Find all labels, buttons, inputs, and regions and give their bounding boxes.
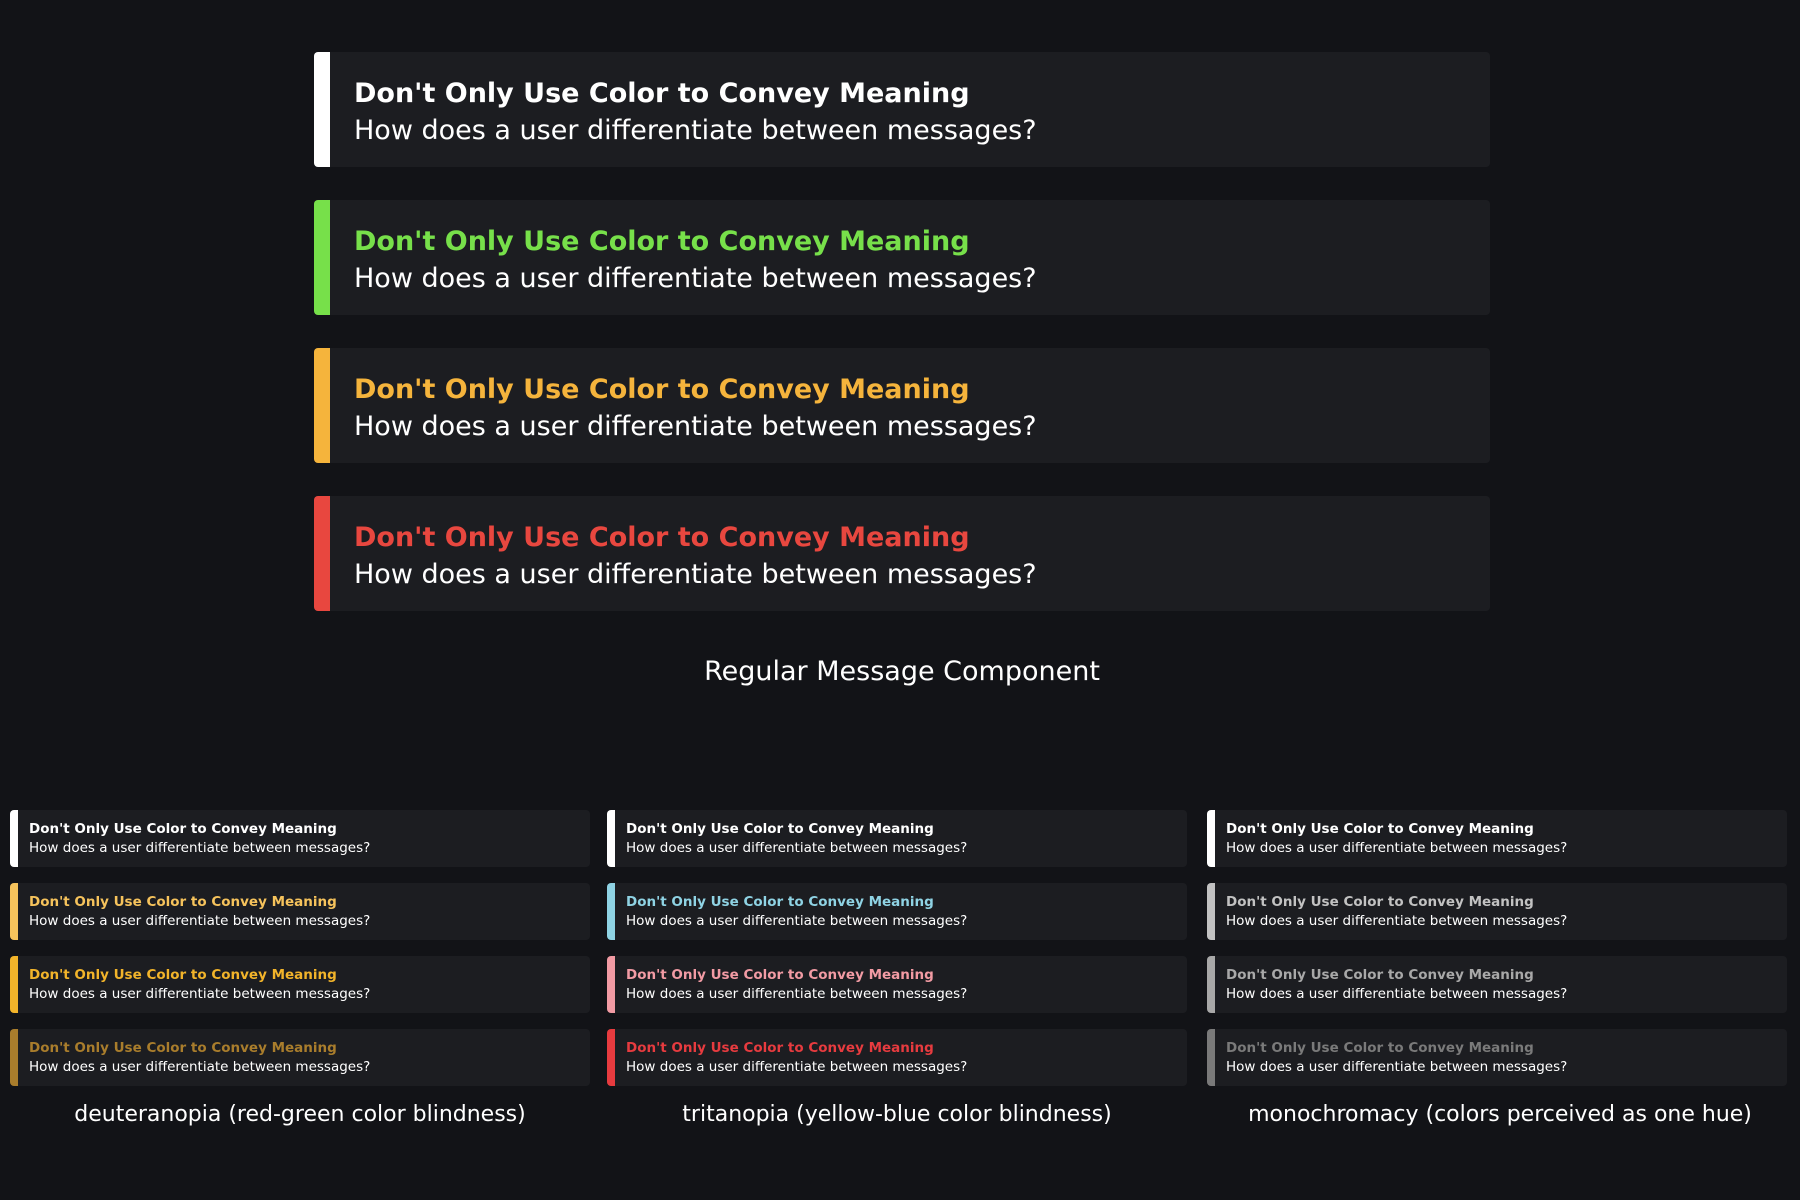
message-warning: Don't Only Use Color to Convey Meaning H… xyxy=(314,348,1490,463)
message-body: How does a user differentiate between me… xyxy=(626,986,968,1002)
message-success: Don't Only Use Color to Convey Meaning H… xyxy=(314,200,1490,315)
message-title: Don't Only Use Color to Convey Meaning xyxy=(626,1040,934,1056)
message-accent-bar xyxy=(314,52,330,167)
message-warning: Don't Only Use Color to Convey Meaning H… xyxy=(607,956,1187,1013)
message-body: How does a user differentiate between me… xyxy=(354,115,1037,146)
message-title: Don't Only Use Color to Convey Meaning xyxy=(354,522,970,553)
message-title: Don't Only Use Color to Convey Meaning xyxy=(354,374,970,405)
message-accent-bar xyxy=(1207,810,1215,867)
message-accent-bar xyxy=(10,1029,18,1086)
message-body: How does a user differentiate between me… xyxy=(1226,1059,1568,1075)
message-accent-bar xyxy=(10,883,18,940)
message-accent-bar xyxy=(607,956,615,1013)
message-body: How does a user differentiate between me… xyxy=(29,913,371,929)
message-success: Don't Only Use Color to Convey Meaning H… xyxy=(607,883,1187,940)
message-title: Don't Only Use Color to Convey Meaning xyxy=(29,894,337,910)
message-title: Don't Only Use Color to Convey Meaning xyxy=(626,894,934,910)
message-accent-bar xyxy=(10,956,18,1013)
tritanopia-caption: tritanopia (yellow-blue color blindness) xyxy=(682,1102,1112,1127)
message-title: Don't Only Use Color to Convey Meaning xyxy=(1226,1040,1534,1056)
tritanopia-panel: Don't Only Use Color to Convey Meaning H… xyxy=(607,810,1187,1102)
message-title: Don't Only Use Color to Convey Meaning xyxy=(626,967,934,983)
message-error: Don't Only Use Color to Convey Meaning H… xyxy=(1207,1029,1787,1086)
message-error: Don't Only Use Color to Convey Meaning H… xyxy=(10,1029,590,1086)
message-neutral: Don't Only Use Color to Convey Meaning H… xyxy=(607,810,1187,867)
message-accent-bar xyxy=(607,810,615,867)
deuteranopia-caption: deuteranopia (red-green color blindness) xyxy=(74,1102,526,1127)
message-warning: Don't Only Use Color to Convey Meaning H… xyxy=(10,956,590,1013)
message-body: How does a user differentiate between me… xyxy=(29,1059,371,1075)
message-success: Don't Only Use Color to Convey Meaning H… xyxy=(1207,883,1787,940)
message-body: How does a user differentiate between me… xyxy=(29,840,371,856)
monochromacy-panel: Don't Only Use Color to Convey Meaning H… xyxy=(1207,810,1787,1102)
message-body: How does a user differentiate between me… xyxy=(354,559,1037,590)
message-accent-bar xyxy=(314,496,330,611)
message-body: How does a user differentiate between me… xyxy=(354,411,1037,442)
message-title: Don't Only Use Color to Convey Meaning xyxy=(29,821,337,837)
message-accent-bar xyxy=(10,810,18,867)
message-accent-bar xyxy=(607,883,615,940)
message-error: Don't Only Use Color to Convey Meaning H… xyxy=(314,496,1490,611)
message-title: Don't Only Use Color to Convey Meaning xyxy=(29,967,337,983)
deuteranopia-panel: Don't Only Use Color to Convey Meaning H… xyxy=(10,810,590,1102)
main-caption: Regular Message Component xyxy=(704,656,1100,687)
message-title: Don't Only Use Color to Convey Meaning xyxy=(29,1040,337,1056)
message-accent-bar xyxy=(1207,883,1215,940)
message-accent-bar xyxy=(314,200,330,315)
regular-message-stack: Don't Only Use Color to Convey Meaning H… xyxy=(314,52,1490,644)
message-accent-bar xyxy=(314,348,330,463)
message-accent-bar xyxy=(1207,956,1215,1013)
message-title: Don't Only Use Color to Convey Meaning xyxy=(1226,967,1534,983)
message-title: Don't Only Use Color to Convey Meaning xyxy=(1226,821,1534,837)
message-accent-bar xyxy=(1207,1029,1215,1086)
message-accent-bar xyxy=(607,1029,615,1086)
message-body: How does a user differentiate between me… xyxy=(626,913,968,929)
message-body: How does a user differentiate between me… xyxy=(354,263,1037,294)
message-body: How does a user differentiate between me… xyxy=(1226,840,1568,856)
message-body: How does a user differentiate between me… xyxy=(626,1059,968,1075)
message-neutral: Don't Only Use Color to Convey Meaning H… xyxy=(10,810,590,867)
message-success: Don't Only Use Color to Convey Meaning H… xyxy=(10,883,590,940)
message-neutral: Don't Only Use Color to Convey Meaning H… xyxy=(314,52,1490,167)
message-title: Don't Only Use Color to Convey Meaning xyxy=(354,78,970,109)
message-error: Don't Only Use Color to Convey Meaning H… xyxy=(607,1029,1187,1086)
message-neutral: Don't Only Use Color to Convey Meaning H… xyxy=(1207,810,1787,867)
message-body: How does a user differentiate between me… xyxy=(29,986,371,1002)
message-warning: Don't Only Use Color to Convey Meaning H… xyxy=(1207,956,1787,1013)
message-title: Don't Only Use Color to Convey Meaning xyxy=(1226,894,1534,910)
message-body: How does a user differentiate between me… xyxy=(1226,986,1568,1002)
message-body: How does a user differentiate between me… xyxy=(1226,913,1568,929)
message-body: How does a user differentiate between me… xyxy=(626,840,968,856)
message-title: Don't Only Use Color to Convey Meaning xyxy=(626,821,934,837)
monochromacy-caption: monochromacy (colors perceived as one hu… xyxy=(1248,1102,1752,1127)
message-title: Don't Only Use Color to Convey Meaning xyxy=(354,226,970,257)
